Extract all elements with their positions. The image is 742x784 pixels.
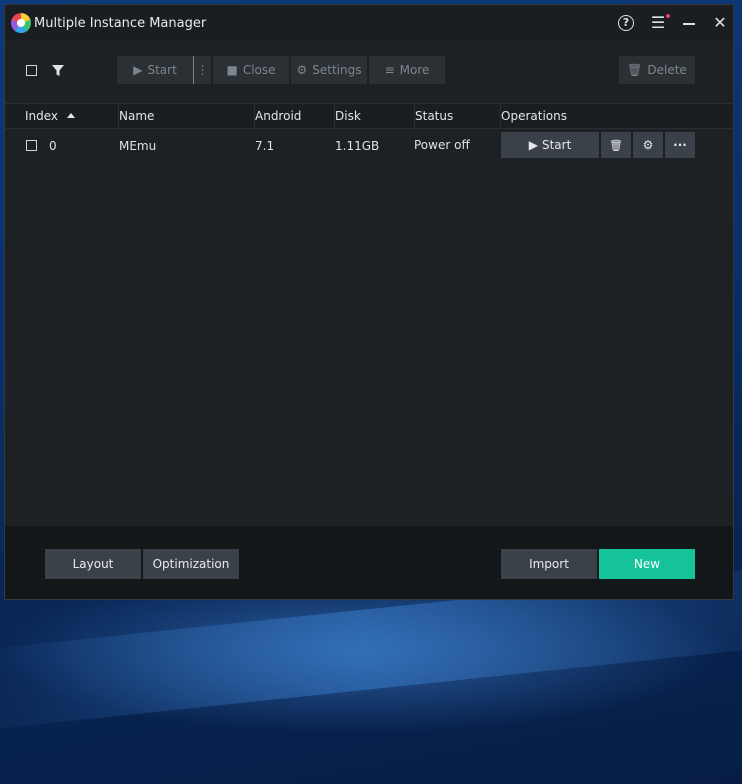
header-name[interactable]: Name (119, 109, 154, 123)
header-status[interactable]: Status (415, 109, 453, 123)
row-status: Power off (414, 138, 470, 152)
toolbar-more-button[interactable]: ≡ More (369, 56, 445, 84)
row-more-button[interactable]: ··· (665, 132, 695, 158)
filter-icon[interactable] (52, 65, 64, 77)
toolbar-delete-button[interactable]: 🗑 Delete (619, 56, 695, 84)
kebab-icon: ··· (673, 138, 687, 152)
new-button[interactable]: New (599, 549, 695, 579)
row-checkbox[interactable] (26, 140, 37, 151)
footer-bar: Layout Optimization Import New (5, 526, 733, 599)
sort-ascending-icon[interactable] (67, 113, 75, 118)
app-logo-icon (11, 13, 31, 33)
row-settings-button[interactable]: ⚙ (633, 132, 663, 158)
row-android: 7.1 (255, 139, 275, 153)
trash-icon: 🗑 (609, 139, 623, 152)
play-icon: ▶ (528, 138, 538, 152)
title-bar[interactable]: Multiple Instance Manager ? ☰ ✕ (5, 5, 733, 41)
toolbar-close-button[interactable]: ■ Close (213, 56, 289, 84)
layout-button[interactable]: Layout (45, 549, 141, 579)
header-disk[interactable]: Disk (335, 109, 361, 123)
optimization-button[interactable]: Optimization (143, 549, 239, 579)
row-index: 0 (49, 139, 57, 153)
stop-icon: ■ (226, 63, 238, 77)
row-start-button[interactable]: ▶ Start (501, 132, 599, 158)
select-all-checkbox[interactable] (26, 65, 37, 76)
trash-icon: 🗑 (627, 63, 643, 77)
instance-manager-window: Multiple Instance Manager ? ☰ ✕ ▶ Start ⋮… (4, 4, 734, 600)
table-header: Index Name Android Disk Status Operation… (5, 103, 733, 129)
gear-icon: ⚙ (296, 63, 308, 77)
window-title: Multiple Instance Manager (34, 16, 207, 31)
close-icon[interactable]: ✕ (711, 14, 729, 32)
toolbar-settings-button[interactable]: ⚙ Settings (291, 56, 367, 84)
row-disk: 1.11GB (335, 139, 380, 153)
header-index[interactable]: Index (25, 109, 58, 123)
toolbar-start-button[interactable]: ▶ Start (117, 56, 193, 84)
help-icon[interactable]: ? (618, 15, 634, 31)
header-operations: Operations (501, 109, 567, 123)
toolbar-start-options-button[interactable]: ⋮ (193, 56, 211, 84)
menu-icon[interactable]: ☰ (649, 14, 667, 32)
row-delete-button[interactable]: 🗑 (601, 132, 631, 158)
minimize-icon[interactable] (680, 14, 698, 32)
row-name: MEmu (119, 139, 157, 153)
import-button[interactable]: Import (501, 549, 597, 579)
header-android[interactable]: Android (255, 109, 301, 123)
toolbar: ▶ Start ⋮ ■ Close ⚙ Settings ≡ More 🗑 Delete (5, 41, 733, 103)
list-icon: ≡ (384, 63, 395, 77)
notification-dot (666, 14, 670, 18)
gear-icon: ⚙ (642, 138, 654, 152)
play-icon: ▶ (133, 63, 143, 77)
